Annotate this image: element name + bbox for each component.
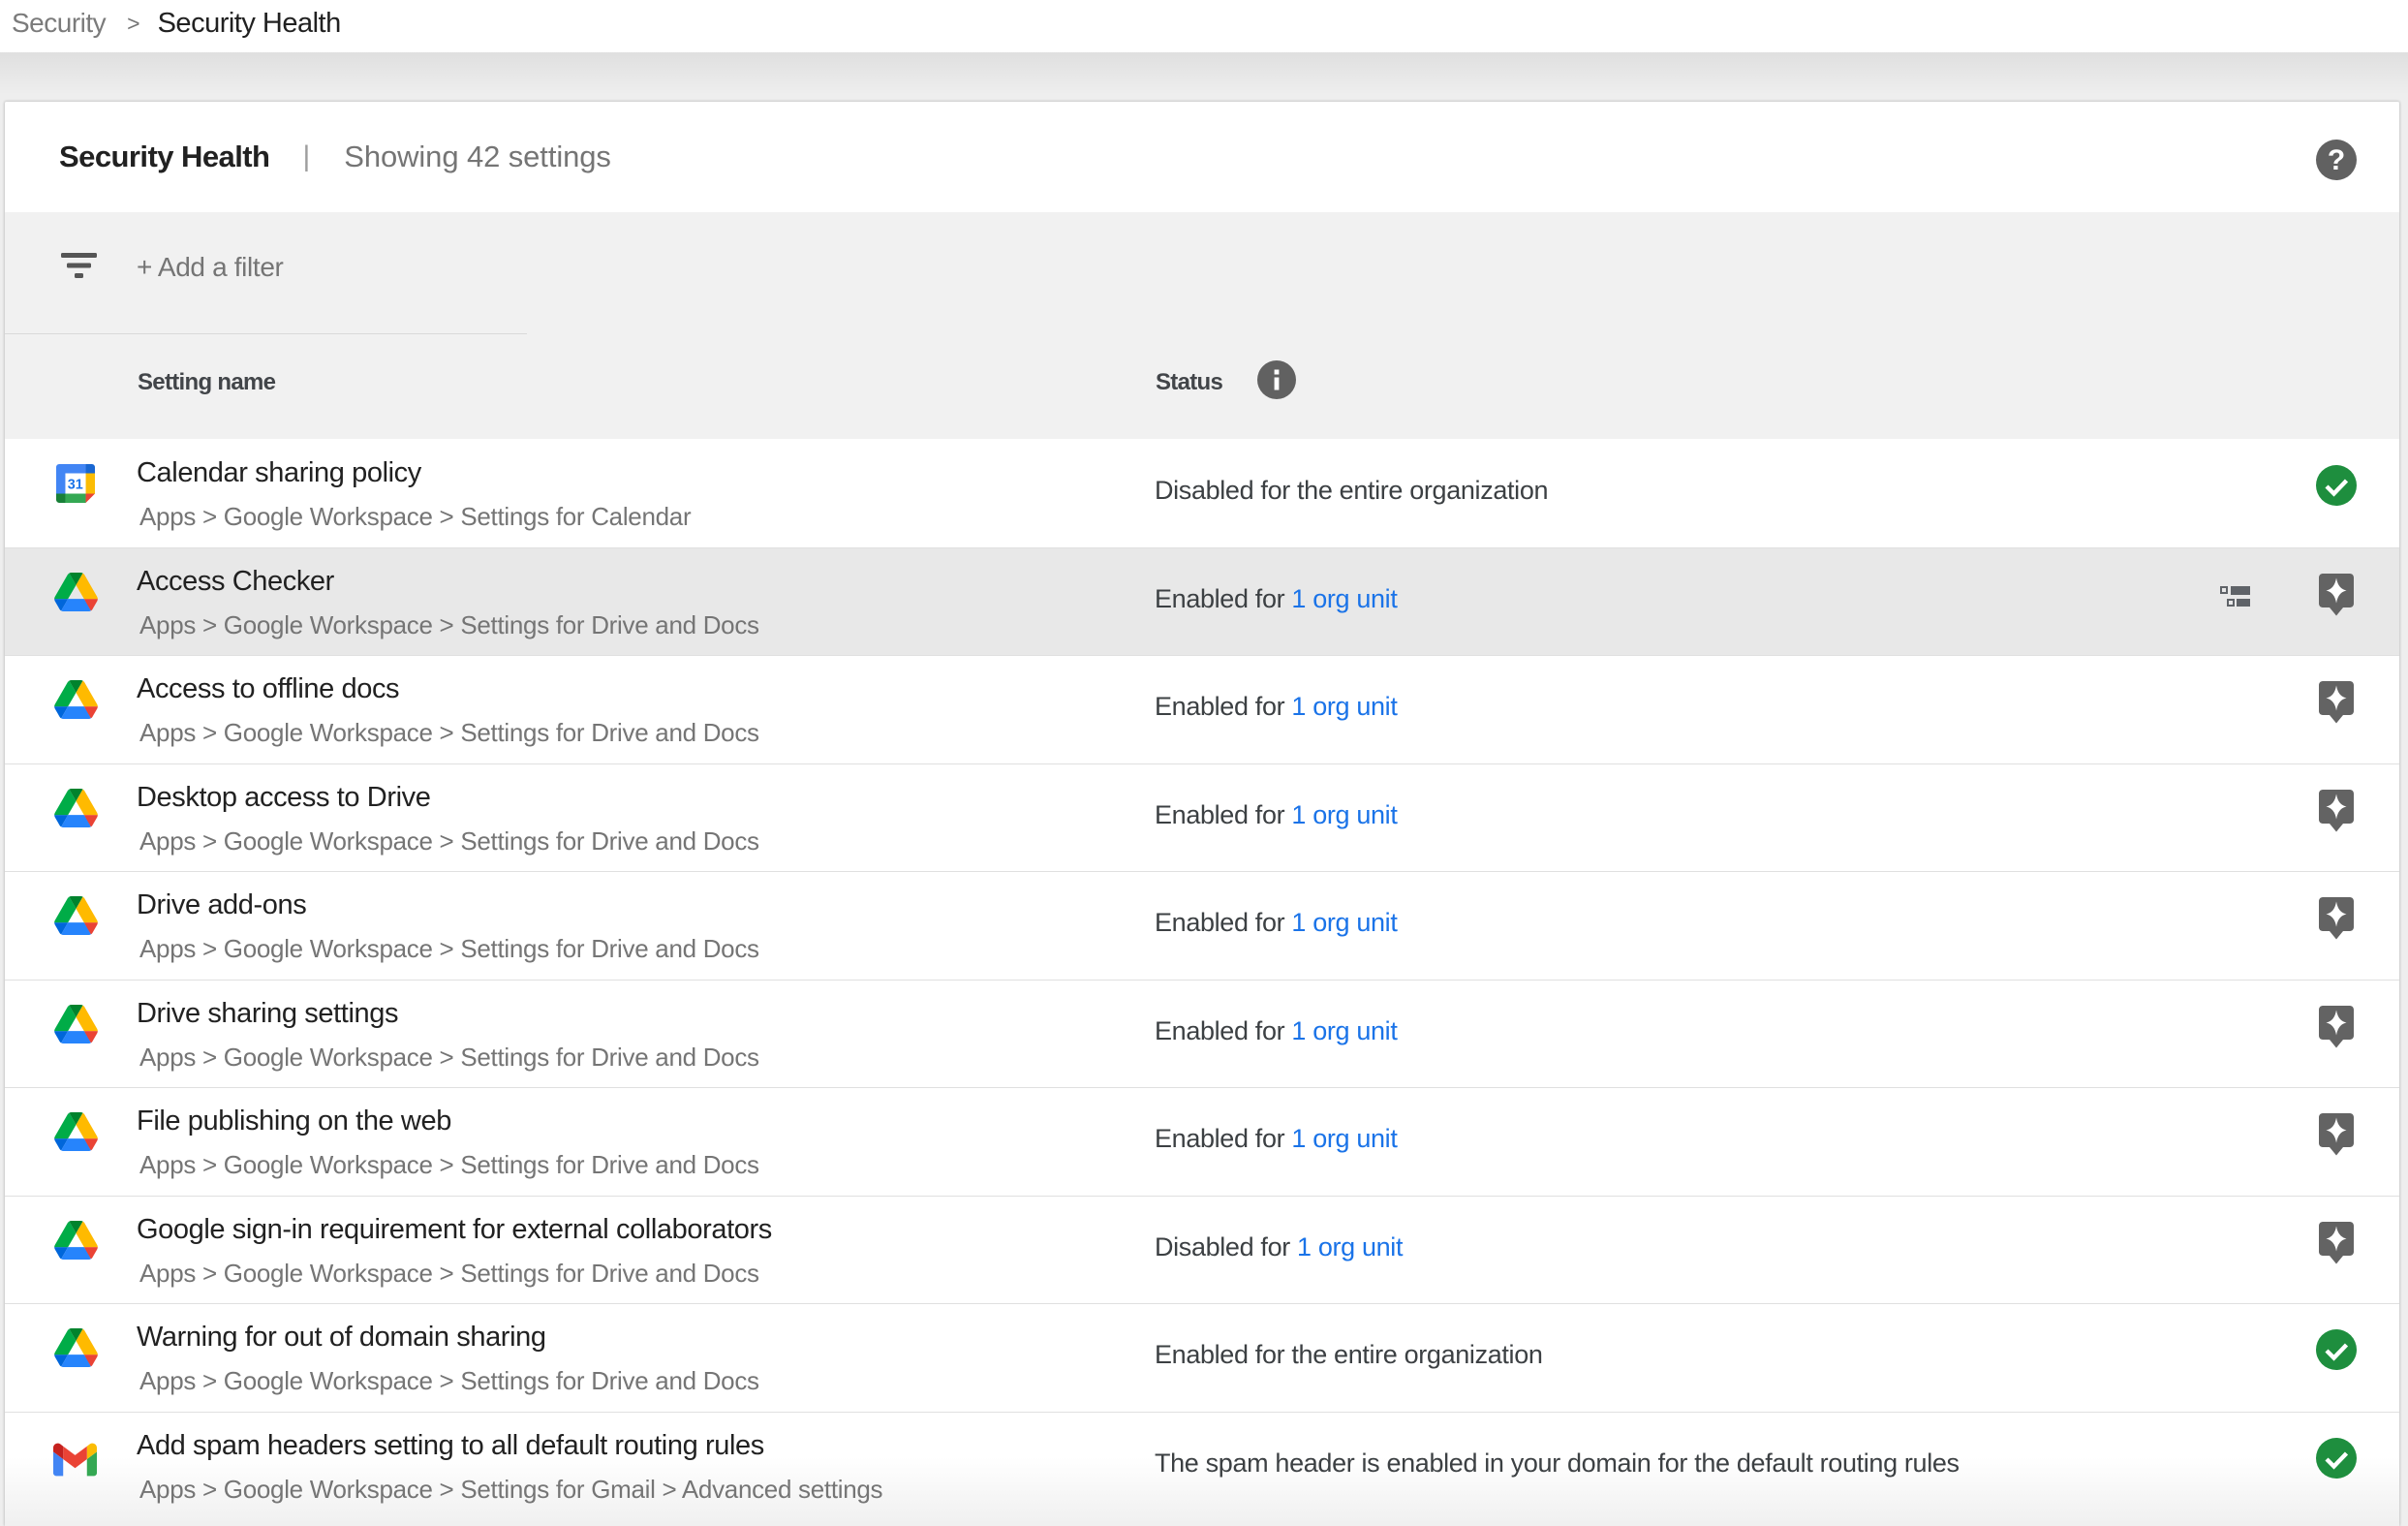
- svg-text:31: 31: [68, 477, 83, 492]
- svg-text:?: ?: [2328, 144, 2345, 176]
